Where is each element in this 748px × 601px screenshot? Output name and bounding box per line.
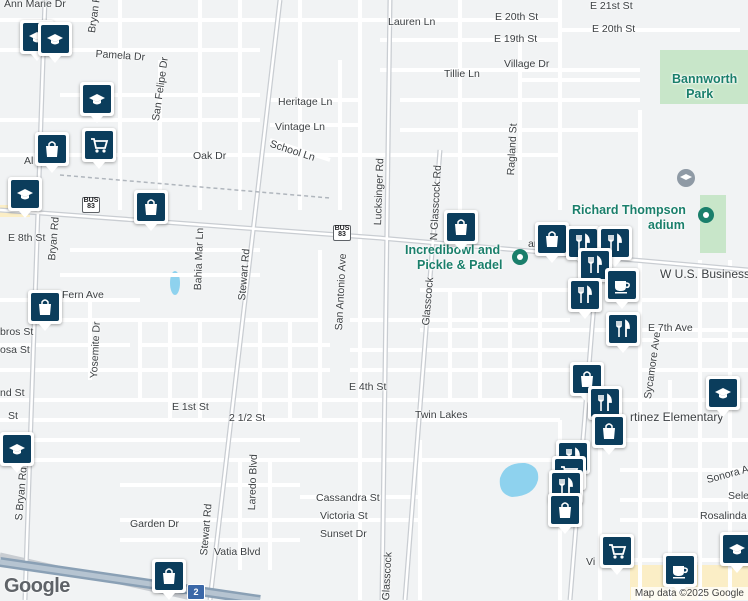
street-label: Garden Dr	[130, 518, 180, 530]
street-label: Glasscock	[380, 551, 395, 601]
bowling-label[interactable]: Incredibowl and Pickle & Padel	[405, 243, 502, 273]
map-marker-restaurant[interactable]	[606, 312, 640, 353]
map-marker-shopping-bag[interactable]	[28, 290, 62, 331]
street-label: Vatia Blvd	[214, 546, 261, 558]
street-label: Rosalinda	[700, 510, 747, 522]
shopping-bag-icon	[546, 231, 558, 247]
map-marker-cafe[interactable]	[605, 268, 639, 309]
street-label: Tillie Ln	[444, 68, 480, 80]
map-marker-shopping-cart[interactable]	[600, 534, 634, 575]
restaurant-icon	[598, 393, 612, 411]
shopping-bag-icon	[163, 568, 175, 584]
route-shield: BUS 83	[333, 225, 351, 241]
stadium-label-line1: Richard Thompson	[572, 203, 686, 217]
street-label: Village Dr	[504, 58, 550, 70]
stadium-label-line2: adium	[648, 218, 685, 232]
shopping-bag-icon	[559, 502, 571, 518]
school-icon	[89, 94, 105, 105]
street-label: Sunset Dr	[320, 528, 367, 540]
street-label: Heritage Ln	[278, 96, 333, 108]
street-label: Sele	[728, 490, 748, 502]
street-label: bros St	[0, 326, 34, 338]
street-label: Fern Ave	[62, 289, 104, 301]
map-marker-school[interactable]	[80, 82, 114, 123]
street-label: Twin Lakes	[415, 409, 468, 421]
map-marker-school[interactable]	[38, 22, 72, 63]
street-label: E 8th St	[8, 232, 46, 244]
street-label: Lucksinger Rd	[372, 157, 387, 226]
street-label: E 4th St	[349, 381, 387, 393]
street-label: Vi	[586, 556, 596, 568]
map-marker-shopping-bag[interactable]	[535, 222, 569, 263]
map-marker-shopping-bag[interactable]	[35, 132, 69, 173]
map-marker-shopping-bag[interactable]	[548, 493, 582, 534]
street-label: St	[8, 410, 18, 422]
street-label: nd St	[0, 387, 25, 399]
shopping-cart-icon	[609, 544, 627, 559]
street-label: Cassandra St	[316, 492, 380, 504]
shopping-bag-icon	[145, 199, 157, 215]
stadium-pin-icon[interactable]	[697, 206, 715, 224]
map-marker-shopping-bag[interactable]	[152, 559, 186, 600]
street-label: E 19th St	[494, 33, 538, 45]
school-icon	[729, 544, 745, 555]
restaurant-icon	[578, 285, 592, 303]
street-label: Vintage Ln	[275, 121, 326, 133]
map-marker-shopping-bag[interactable]	[134, 190, 168, 231]
street-label: Lauren Ln	[388, 16, 436, 28]
route-shield: BUS 83	[82, 197, 100, 213]
map-marker-restaurant[interactable]	[568, 278, 602, 319]
interstate-shield: 2	[187, 584, 205, 600]
school-icon	[47, 34, 63, 45]
map-attribution[interactable]: Map data ©2025 Google	[630, 587, 748, 600]
street-label: E 1st St	[172, 401, 209, 413]
map-marker-shopping-cart[interactable]	[82, 128, 116, 169]
map-marker-shopping-bag[interactable]	[444, 210, 478, 251]
shopping-bag-icon	[46, 141, 58, 157]
street-label: E 20th St	[495, 11, 539, 23]
shopping-bag-icon	[39, 299, 51, 315]
map-marker-school[interactable]	[8, 177, 42, 218]
street-label: Victoria St	[320, 510, 368, 522]
shopping-cart-icon	[91, 138, 109, 153]
bowling-pin-icon[interactable]	[511, 248, 529, 266]
school-pin-icon[interactable]	[676, 168, 696, 188]
park-label-line1: Bannworth	[672, 72, 738, 86]
park-label[interactable]: Bannworth Park	[672, 72, 737, 102]
street-label: Bahia Mar Ln	[192, 227, 207, 291]
school-label[interactable]: rtinez Elementary	[630, 410, 723, 425]
street-label: osa St	[0, 344, 30, 356]
shopping-bag-icon	[603, 423, 615, 439]
restaurant-icon	[616, 319, 630, 337]
restaurant-icon	[588, 255, 602, 273]
map-marker-school[interactable]	[706, 376, 740, 417]
street-label: Laredo Blvd	[246, 453, 260, 511]
street-label: 2 1/2 St	[229, 412, 266, 424]
cafe-icon	[673, 566, 688, 579]
stadium-area	[700, 195, 726, 253]
street-label: Al	[24, 155, 34, 167]
cafe-icon	[615, 281, 630, 294]
google-logo: Google	[4, 575, 70, 597]
school-icon	[17, 189, 33, 200]
bowling-label-line2: Pickle & Padel	[417, 258, 503, 272]
street-label: W U.S. Business	[660, 267, 748, 281]
bowling-label-line1: Incredibowl and	[405, 243, 501, 257]
map-marker-school[interactable]	[0, 432, 34, 473]
street-label: E 21st St	[590, 0, 633, 12]
shopping-bag-icon	[455, 219, 467, 235]
street-label: E 20th St	[592, 23, 636, 35]
park-label-line2: Park	[686, 87, 714, 101]
map-marker-school[interactable]	[720, 532, 748, 573]
map-marker-cafe[interactable]	[663, 553, 697, 594]
street-label: Oak Dr	[193, 150, 227, 162]
street-label: Ann Marie Dr	[4, 0, 66, 10]
school-icon	[715, 388, 731, 399]
map-marker-shopping-bag[interactable]	[592, 414, 626, 455]
school-icon	[9, 444, 25, 455]
